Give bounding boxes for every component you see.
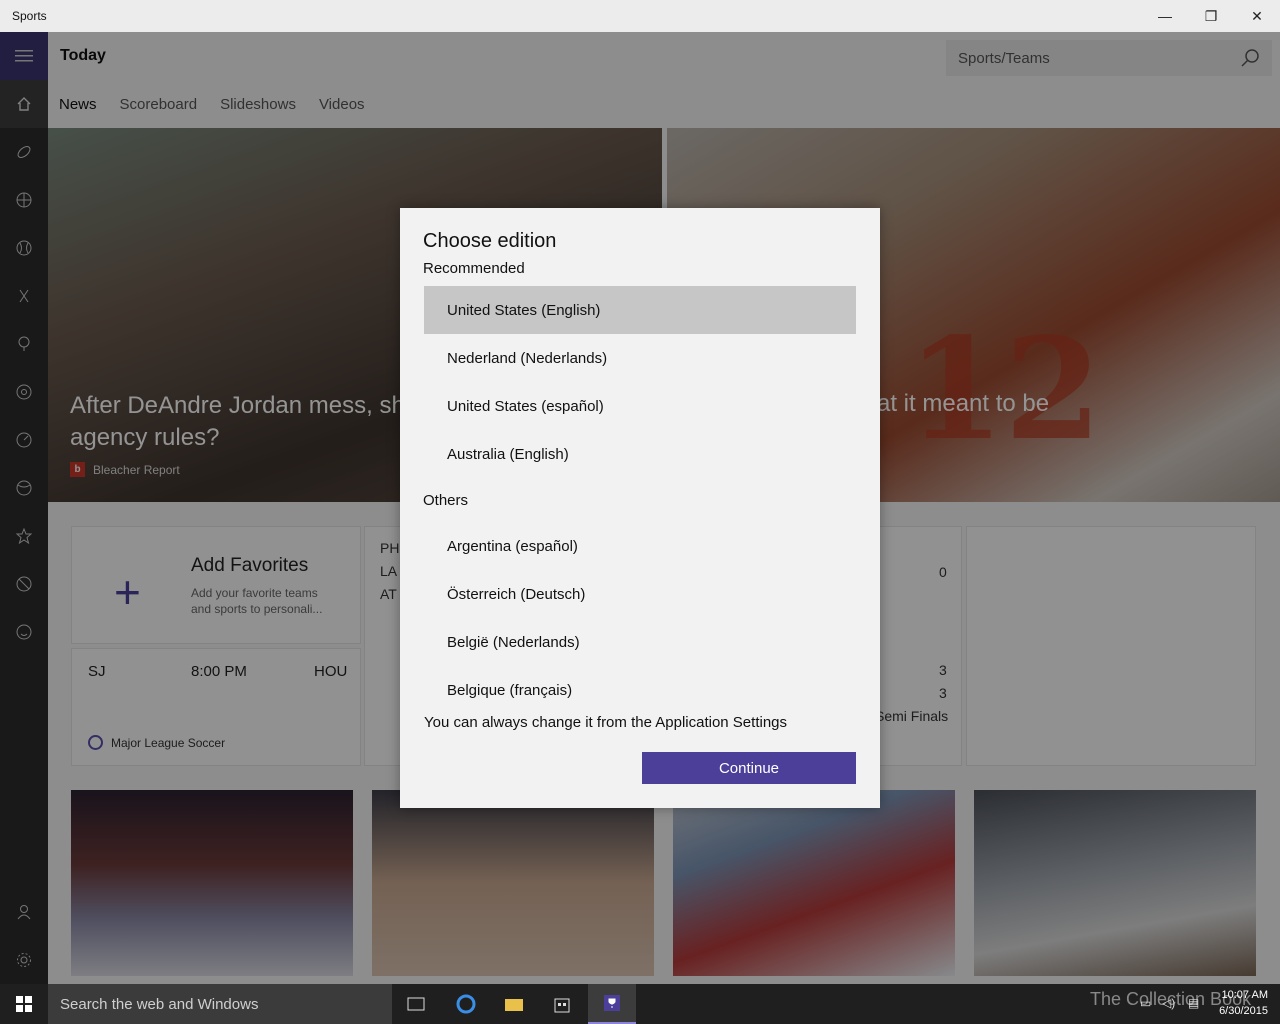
edition-option[interactable]: Österreich (Deutsch) bbox=[424, 570, 856, 618]
network-icon[interactable]: ▭ bbox=[1140, 996, 1151, 1010]
volume-icon[interactable]: ◁) bbox=[1162, 996, 1175, 1010]
clock-date: 6/30/2015 bbox=[1219, 1005, 1268, 1017]
choose-edition-dialog: Choose edition Recommended United States… bbox=[400, 208, 880, 808]
sports-app-trophy-icon[interactable] bbox=[588, 984, 636, 1024]
others-heading: Others bbox=[423, 492, 469, 509]
edition-option-selected[interactable]: United States (English) bbox=[424, 286, 856, 334]
edition-option[interactable]: Australia (English) bbox=[424, 430, 856, 478]
store-icon[interactable] bbox=[538, 984, 586, 1024]
dialog-note: You can always change it from the Applic… bbox=[424, 714, 788, 731]
file-explorer-icon[interactable] bbox=[490, 984, 538, 1024]
taskbar: Search the web and Windows The Collectio… bbox=[0, 984, 1280, 1024]
edition-option[interactable]: Belgique (français) bbox=[424, 666, 856, 714]
close-button[interactable]: ✕ bbox=[1234, 0, 1280, 32]
taskbar-search-input[interactable]: Search the web and Windows bbox=[48, 984, 392, 1024]
window-title: Sports bbox=[12, 9, 47, 23]
minimize-button[interactable]: — bbox=[1142, 0, 1188, 32]
clock-time: 10:07 AM bbox=[1221, 989, 1268, 1001]
edition-option[interactable]: Nederland (Nederlands) bbox=[424, 334, 856, 382]
edition-option[interactable]: België (Nederlands) bbox=[424, 618, 856, 666]
edge-browser-icon[interactable] bbox=[442, 984, 490, 1024]
notifications-icon[interactable]: ▤ bbox=[1188, 996, 1199, 1010]
title-bar: Sports — ❐ ✕ bbox=[0, 0, 1280, 32]
edition-option[interactable]: United States (español) bbox=[424, 382, 856, 430]
system-clock[interactable]: 10:07 AM 6/30/2015 bbox=[1219, 987, 1268, 1019]
task-view-icon[interactable] bbox=[392, 984, 440, 1024]
recommended-heading: Recommended bbox=[423, 260, 525, 277]
windows-start-icon[interactable] bbox=[0, 984, 48, 1024]
continue-button[interactable]: Continue bbox=[642, 752, 856, 784]
edition-option[interactable]: Argentina (español) bbox=[424, 522, 856, 570]
restore-button[interactable]: ❐ bbox=[1188, 0, 1234, 32]
dialog-title: Choose edition bbox=[423, 230, 557, 252]
